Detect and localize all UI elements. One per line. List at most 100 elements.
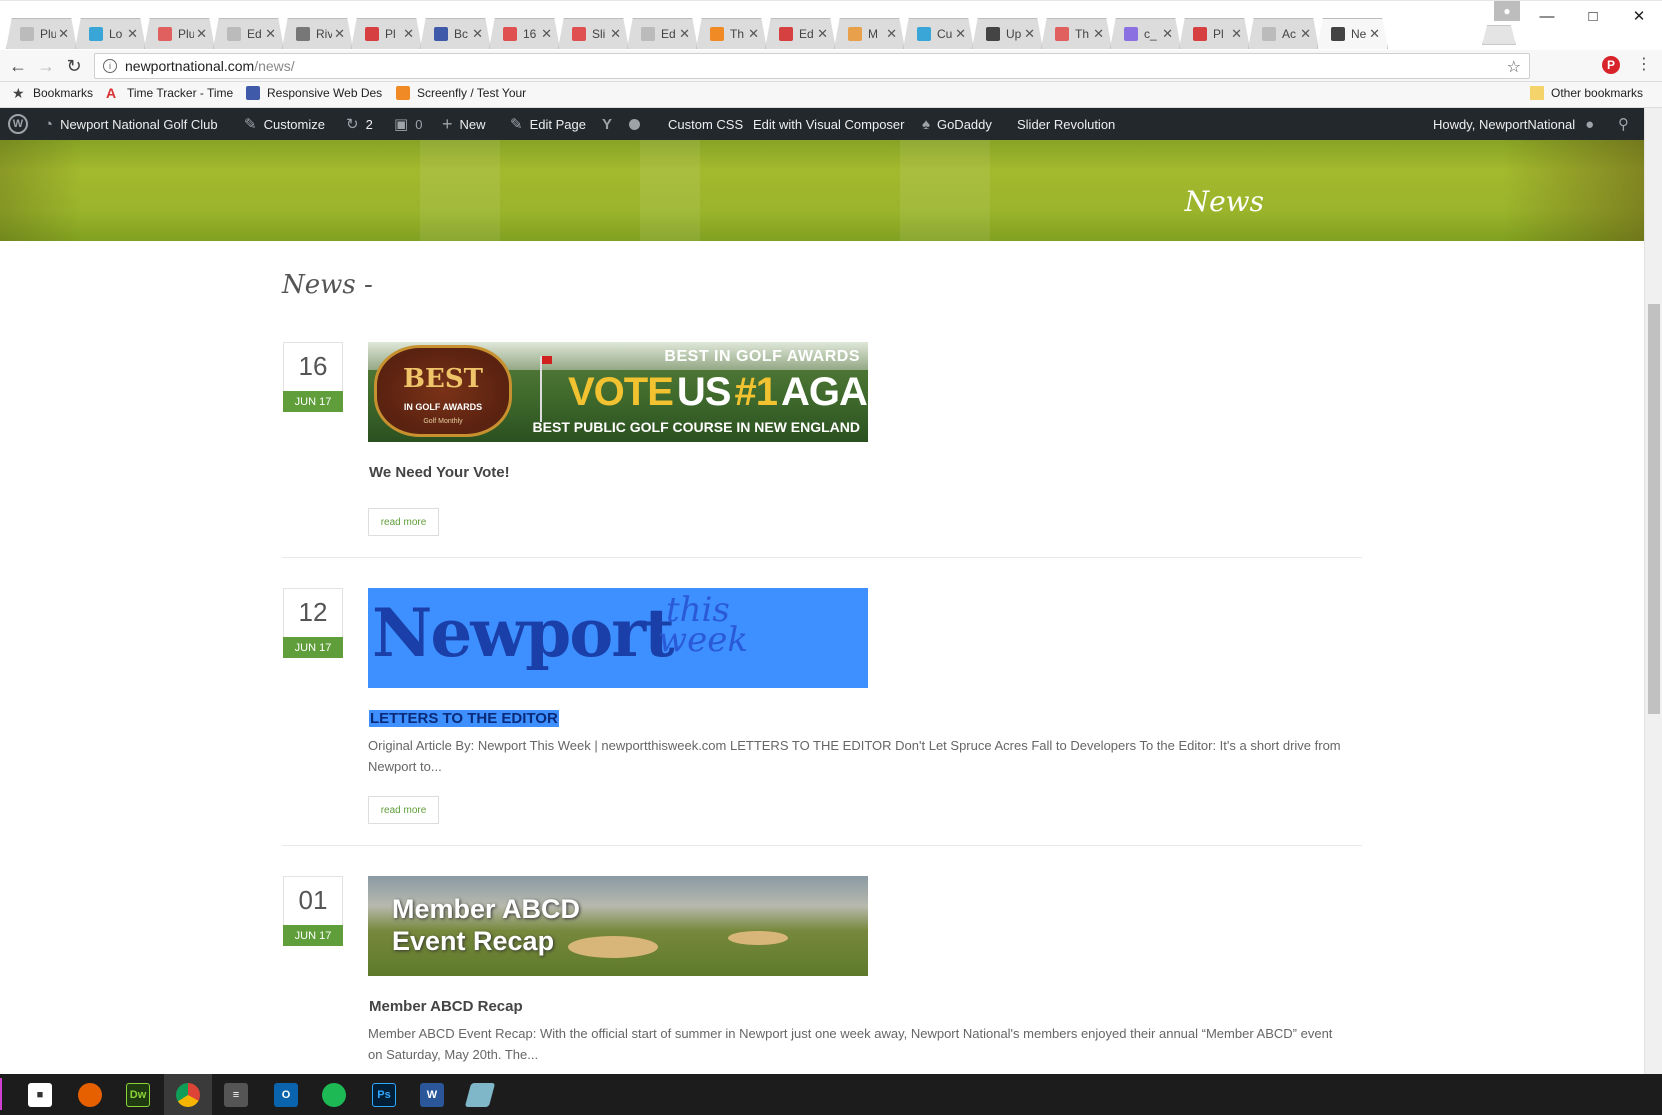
post-title[interactable]: LETTERS TO THE EDITOR (369, 710, 559, 727)
tab-close-icon[interactable]: ✕ (955, 26, 966, 42)
tab-title: Ed (799, 26, 814, 41)
profile-icon[interactable]: ● (1494, 1, 1520, 21)
start-store-icon[interactable]: ■ (16, 1074, 64, 1115)
tab-close-icon[interactable]: ✕ (748, 26, 759, 42)
wp-custom-css[interactable]: Custom CSS (668, 108, 743, 140)
browser-tab-content: Pl ✕ (351, 18, 422, 49)
tab-close-icon[interactable]: ✕ (1093, 26, 1104, 42)
wp-comments[interactable]: ▣ 0 (394, 108, 422, 140)
app-icon[interactable] (456, 1074, 504, 1115)
bookmark-responsive-web[interactable]: Responsive Web Desi (246, 86, 382, 100)
wp-godaddy[interactable]: ♠ GoDaddy (922, 108, 992, 140)
post-title[interactable]: Member ABCD Recap (369, 998, 523, 1015)
post-image-newport[interactable]: Newport this week (368, 588, 868, 688)
wp-site-name[interactable]: ◔ Newport National Golf Club (44, 108, 218, 140)
page-title: News - (282, 270, 373, 300)
url-path: /news/ (254, 58, 295, 74)
back-icon[interactable]: ← (6, 55, 30, 77)
tab-close-icon[interactable]: ✕ (541, 26, 552, 42)
info-icon[interactable]: i (103, 59, 117, 73)
tab-close-icon[interactable]: ✕ (127, 26, 138, 42)
tab-close-icon[interactable]: ✕ (886, 26, 897, 42)
pinterest-icon[interactable]: P (1602, 56, 1620, 74)
close-window-icon[interactable]: ✕ (1616, 1, 1662, 31)
browser-tab-content: Ed ✕ (627, 18, 698, 49)
tab-favicon-icon (20, 26, 34, 41)
bookmark-label: Bookmarks (33, 86, 94, 100)
tab-close-icon[interactable]: ✕ (403, 26, 414, 42)
word-icon[interactable]: W (408, 1074, 456, 1115)
browser-tab-content: Up ✕ (972, 18, 1043, 49)
tab-close-icon[interactable]: ✕ (1162, 26, 1173, 42)
new-tab-button[interactable] (1482, 25, 1516, 45)
browser-tab-content: M ✕ (834, 18, 905, 49)
post-excerpt: Original Article By: Newport This Week |… (368, 738, 1341, 774)
url-domain: newportnational.com (125, 58, 255, 74)
photoshop-icon[interactable]: Ps (360, 1074, 408, 1115)
post-image-member-abcd[interactable]: Member ABCD Event Recap (368, 876, 868, 976)
wp-logo-icon[interactable]: W (8, 108, 35, 140)
wp-updates[interactable]: ↻ 2 (346, 108, 373, 140)
comment-icon: ▣ (394, 116, 409, 133)
post-day: 16 (298, 351, 328, 381)
firefox-icon[interactable] (66, 1074, 114, 1115)
dreamweaver-icon[interactable]: Dw (114, 1074, 162, 1115)
tab-favicon-icon (1055, 26, 1069, 41)
bookmark-time-tracker[interactable]: A Time Tracker - Time (106, 86, 236, 100)
post-title[interactable]: We Need Your Vote! (369, 464, 510, 481)
browser-tab-content: Cu ✕ (903, 18, 974, 49)
browser-tab-content: Riv ✕ (282, 18, 353, 49)
tab-close-icon[interactable]: ✕ (1024, 26, 1035, 42)
tab-close-icon[interactable]: ✕ (334, 26, 345, 42)
tab-close-icon[interactable]: ✕ (817, 26, 828, 42)
read-more-button[interactable]: read more (368, 796, 439, 824)
tab-close-icon[interactable]: ✕ (265, 26, 276, 42)
wp-howdy[interactable]: Howdy, NewportNational ● (1433, 108, 1594, 140)
tab-close-icon[interactable]: ✕ (196, 26, 207, 42)
reload-icon[interactable]: ↻ (62, 55, 86, 77)
yoast-icon: Y (602, 115, 613, 133)
tab-close-icon[interactable]: ✕ (58, 26, 69, 42)
address-bar[interactable]: i newportnational.com/news/ ☆ (94, 53, 1530, 79)
maximize-icon[interactable]: □ (1570, 1, 1616, 31)
vote-line: VOTEUS#1AGAIN! (568, 370, 868, 414)
post-image-vote[interactable]: BEST IN GOLF AWARDS Golf Monthly BEST IN… (368, 342, 868, 442)
search-icon[interactable]: ⚲ (1618, 108, 1629, 140)
bookmark-screenfly[interactable]: Screenfly / Test Your (396, 86, 532, 100)
wp-edit-page[interactable]: ✎ Edit Page (510, 108, 586, 140)
forward-icon[interactable]: → (34, 55, 58, 77)
bookmark-bookmarks[interactable]: ★ Bookmarks (12, 86, 93, 100)
calculator-icon[interactable]: ≡ (212, 1074, 260, 1115)
wp-yoast[interactable]: Y (602, 108, 641, 140)
tab-close-icon[interactable]: ✕ (472, 26, 483, 42)
read-more-button[interactable]: read more (368, 508, 439, 536)
tab-favicon-icon (641, 26, 655, 41)
minimize-icon[interactable]: — (1524, 1, 1570, 31)
tab-close-icon[interactable]: ✕ (1300, 26, 1311, 42)
page-scrollbar[interactable] (1644, 108, 1662, 1074)
tab-favicon-icon (365, 26, 379, 41)
tab-favicon-icon (848, 26, 862, 41)
outlook-icon[interactable]: O (262, 1074, 310, 1115)
tab-close-icon[interactable]: ✕ (610, 26, 621, 42)
chrome-menu-icon[interactable]: ⋮ (1636, 54, 1652, 74)
user-icon: ● (1585, 115, 1595, 133)
acrobat-icon: A (106, 86, 117, 100)
bookmark-star-icon[interactable]: ☆ (1507, 57, 1521, 77)
wp-customize[interactable]: ✎ Customize (244, 108, 325, 140)
window-controls: — □ ✕ (1524, 1, 1662, 31)
hero-title: News (1184, 185, 1264, 218)
bookmark-other[interactable]: Other bookmarks (1530, 86, 1643, 100)
chrome-icon[interactable] (164, 1074, 212, 1115)
tab-title: Plu (178, 26, 194, 41)
hero-banner: News (0, 140, 1644, 241)
scrollbar-thumb[interactable] (1648, 304, 1660, 714)
updates-icon: ↻ (346, 116, 359, 133)
wp-new[interactable]: + New (442, 108, 486, 140)
tab-close-icon[interactable]: ✕ (1231, 26, 1242, 42)
tab-close-icon[interactable]: ✕ (1369, 26, 1380, 42)
tab-close-icon[interactable]: ✕ (679, 26, 690, 42)
wp-slider-revolution[interactable]: Slider Revolution (1017, 108, 1115, 140)
wp-visual-composer[interactable]: Edit with Visual Composer (753, 108, 905, 140)
spotify-icon[interactable] (310, 1074, 358, 1115)
